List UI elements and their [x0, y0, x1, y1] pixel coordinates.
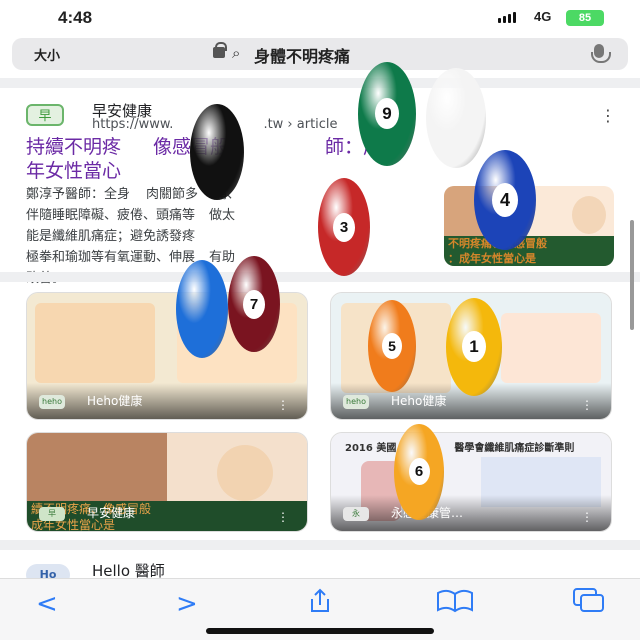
ball-number: 1 — [462, 331, 486, 363]
billiard-ball-6: 6 — [394, 424, 444, 520]
billiard-ball-1: 1 — [446, 298, 502, 396]
card-banner: 續不明疼痛、像感冒般 成年女性當心是 — [27, 501, 307, 531]
snippet-text: 能是纖維肌痛症；避免誘發疼 — [26, 229, 196, 244]
billiard-ball-plain — [426, 68, 486, 168]
billiard-ball-3: 3 — [318, 178, 370, 276]
card-source-label: Heho健康 — [87, 394, 143, 408]
network-label: 4G — [534, 9, 552, 24]
billiard-ball-4: 4 — [474, 150, 536, 250]
snippet-text: 鄭淳予醫師：全身 — [26, 187, 131, 202]
more-options-icon[interactable]: ⋮ — [581, 399, 593, 411]
thumbnail-illustration — [572, 196, 606, 234]
ball-number: 3 — [333, 212, 355, 242]
search-query[interactable]: 身體不明疼痛 — [254, 43, 350, 67]
image-card[interactable]: 2016 美國醫學會纖維肌痛症診斷準則 永 永感健康管… ⋮ — [330, 432, 612, 532]
card-favicon: 永 — [343, 507, 369, 521]
text-size-button[interactable]: 大小 — [34, 45, 60, 64]
more-options-icon[interactable]: ⋮ — [600, 108, 616, 124]
billiard-ball-7: 7 — [228, 256, 280, 352]
battery-icon: 85 — [566, 10, 604, 26]
card-infographic — [35, 303, 155, 383]
billiard-ball-plain — [176, 260, 228, 358]
ball-number: 4 — [492, 183, 518, 218]
site-favicon: 早 — [26, 104, 64, 126]
card-favicon: heho — [343, 395, 369, 409]
tabs-icon[interactable] — [572, 587, 606, 613]
snippet-text: 伴隨睡眠障礙、疲倦、頭痛等 — [26, 208, 196, 223]
card-photo — [27, 433, 167, 503]
status-bar: 4:48 4G 85 — [0, 0, 640, 36]
search-icon: ⌕ — [232, 44, 241, 62]
url-start: https://www. — [92, 117, 174, 132]
card-shade — [27, 383, 307, 419]
bookmarks-icon[interactable] — [436, 589, 474, 613]
ball-number: 9 — [375, 98, 399, 130]
title-part-3: 師：成 — [325, 136, 383, 158]
more-options-icon[interactable]: ⋮ — [277, 511, 289, 523]
snippet-text: 做太 — [209, 208, 236, 223]
card-source-label: Heho健康 — [391, 394, 447, 408]
clock: 4:48 — [58, 8, 93, 27]
ball-number: 5 — [382, 333, 402, 359]
divider — [0, 78, 640, 88]
forward-button[interactable]: > — [176, 589, 198, 619]
card-heading-text: 2016 美國 — [345, 443, 397, 454]
snippet-text: 極拳和瑜珈等有氧運動、伸展 — [26, 250, 196, 265]
thumbnail-banner-text: ：成年女性當心是 — [448, 252, 536, 265]
more-options-icon[interactable]: ⋮ — [277, 399, 289, 411]
back-button[interactable]: < — [36, 589, 58, 619]
title-line-2: 年女性當心 — [26, 160, 122, 182]
snippet-text: 肉關節多 — [146, 187, 199, 202]
image-card[interactable]: 續不明疼痛、像感冒般 成年女性當心是 早 早安健康 ⋮ — [26, 432, 308, 532]
billiard-ball-5: 5 — [368, 300, 416, 392]
ball-number: 6 — [408, 458, 430, 486]
ball-number: 7 — [243, 289, 265, 319]
thumbnail-banner: 不明疼痛、像感冒般：成年女性當心是 — [444, 236, 614, 266]
scrollbar[interactable] — [630, 220, 634, 330]
card-illustration — [217, 445, 273, 501]
card-favicon: heho — [39, 395, 65, 409]
billiard-ball-9: 9 — [358, 62, 416, 166]
title-part-1: 持續不明疼 — [26, 136, 122, 158]
divider — [0, 540, 640, 550]
card-shade — [331, 495, 611, 531]
card-heading: 2016 美國 醫學會纖維肌痛症診斷準則 — [345, 439, 574, 454]
card-infographic — [501, 313, 601, 383]
lock-icon — [213, 42, 227, 58]
signal-icon — [498, 12, 516, 23]
more-options-icon[interactable]: ⋮ — [581, 511, 593, 523]
card-source-label: 早安健康 — [87, 506, 136, 520]
billiard-ball-plain — [190, 104, 244, 200]
share-icon[interactable] — [306, 587, 334, 615]
address-bar[interactable]: 大小 ⌕ 身體不明疼痛 — [12, 38, 628, 70]
divider — [0, 272, 640, 282]
home-indicator — [206, 628, 434, 634]
microphone-icon[interactable] — [591, 44, 611, 63]
card-favicon: 早 — [39, 507, 65, 521]
